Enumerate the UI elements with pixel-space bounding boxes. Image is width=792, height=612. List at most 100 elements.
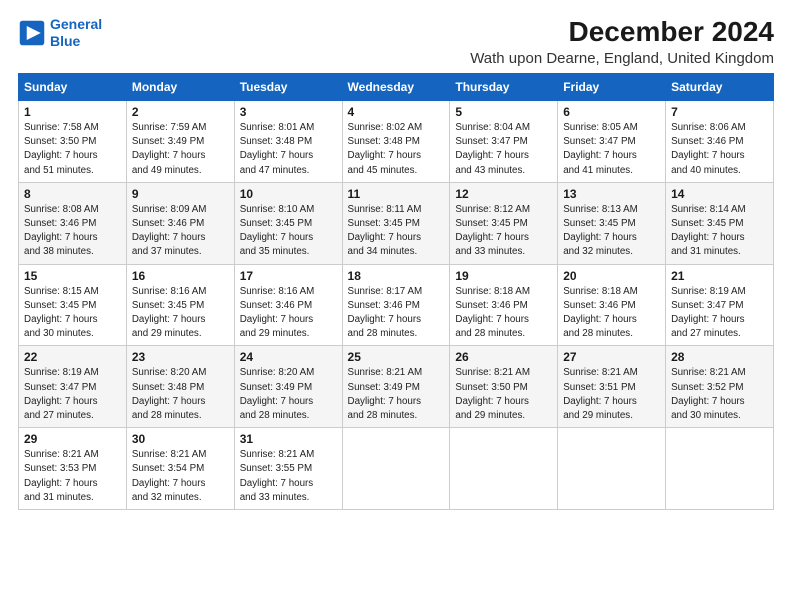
page: General Blue December 2024 Wath upon Dea… xyxy=(0,0,792,612)
calendar-week-row: 15Sunrise: 8:15 AM Sunset: 3:45 PM Dayli… xyxy=(19,264,774,346)
day-info: Sunrise: 8:16 AM Sunset: 3:46 PM Dayligh… xyxy=(240,285,337,342)
day-info: Sunrise: 8:20 AM Sunset: 3:48 PM Dayligh… xyxy=(132,366,229,423)
day-number: 18 xyxy=(348,269,445,283)
logo-text: General Blue xyxy=(50,16,102,50)
calendar-header-cell: Tuesday xyxy=(234,74,342,101)
day-info: Sunrise: 8:02 AM Sunset: 3:48 PM Dayligh… xyxy=(348,121,445,178)
day-number: 23 xyxy=(132,350,229,364)
calendar-header-cell: Thursday xyxy=(450,74,558,101)
calendar-header-cell: Saturday xyxy=(666,74,774,101)
logo-line1: General xyxy=(50,16,102,32)
day-info: Sunrise: 8:20 AM Sunset: 3:49 PM Dayligh… xyxy=(240,366,337,423)
day-info: Sunrise: 8:21 AM Sunset: 3:51 PM Dayligh… xyxy=(563,366,660,423)
day-number: 26 xyxy=(455,350,552,364)
day-info: Sunrise: 8:21 AM Sunset: 3:50 PM Dayligh… xyxy=(455,366,552,423)
day-info: Sunrise: 8:13 AM Sunset: 3:45 PM Dayligh… xyxy=(563,203,660,260)
calendar-cell: 3 Sunrise: 8:01 AM Sunset: 3:48 PM Daylig… xyxy=(234,101,342,183)
day-number: 9 xyxy=(132,187,229,201)
day-info: Sunrise: 8:09 AM Sunset: 3:46 PM Dayligh… xyxy=(132,203,229,260)
calendar-header-cell: Monday xyxy=(126,74,234,101)
day-info: Sunrise: 8:15 AM Sunset: 3:45 PM Dayligh… xyxy=(24,285,121,342)
day-number: 20 xyxy=(563,269,660,283)
logo: General Blue xyxy=(18,16,102,50)
calendar-cell: 12 Sunrise: 8:12 AM Sunset: 3:45 PM Dayli… xyxy=(450,182,558,264)
calendar-cell: 28 Sunrise: 8:21 AM Sunset: 3:52 PM Dayli… xyxy=(666,346,774,428)
day-info: Sunrise: 8:06 AM Sunset: 3:46 PM Dayligh… xyxy=(671,121,768,178)
day-number: 10 xyxy=(240,187,337,201)
logo-line2: Blue xyxy=(50,33,80,49)
calendar-cell: 18 Sunrise: 8:17 AM Sunset: 3:46 PM Dayli… xyxy=(342,264,450,346)
day-number: 25 xyxy=(348,350,445,364)
day-number: 29 xyxy=(24,432,121,446)
calendar-cell: 6Sunrise: 8:05 AM Sunset: 3:47 PM Daylig… xyxy=(558,101,666,183)
day-number: 6 xyxy=(563,105,660,119)
day-info: Sunrise: 8:16 AM Sunset: 3:45 PM Dayligh… xyxy=(132,285,229,342)
day-number: 3 xyxy=(240,105,337,119)
calendar-cell: 14 Sunrise: 8:14 AM Sunset: 3:45 PM Dayli… xyxy=(666,182,774,264)
day-number: 2 xyxy=(132,105,229,119)
calendar-cell: 21Sunrise: 8:19 AM Sunset: 3:47 PM Dayli… xyxy=(666,264,774,346)
day-info: Sunrise: 8:21 AM Sunset: 3:52 PM Dayligh… xyxy=(671,366,768,423)
day-number: 8 xyxy=(24,187,121,201)
day-number: 16 xyxy=(132,269,229,283)
header: General Blue December 2024 Wath upon Dea… xyxy=(18,16,774,67)
day-info: Sunrise: 8:19 AM Sunset: 3:47 PM Dayligh… xyxy=(671,285,768,342)
day-info: Sunrise: 8:04 AM Sunset: 3:47 PM Dayligh… xyxy=(455,121,552,178)
calendar-cell: 8 Sunrise: 8:08 AM Sunset: 3:46 PM Daylig… xyxy=(19,182,127,264)
day-info: Sunrise: 8:08 AM Sunset: 3:46 PM Dayligh… xyxy=(24,203,121,260)
day-info: Sunrise: 8:17 AM Sunset: 3:46 PM Dayligh… xyxy=(348,285,445,342)
calendar-cell: 2Sunrise: 7:59 AM Sunset: 3:49 PM Daylig… xyxy=(126,101,234,183)
calendar-cell: 23 Sunrise: 8:20 AM Sunset: 3:48 PM Dayli… xyxy=(126,346,234,428)
day-number: 28 xyxy=(671,350,768,364)
calendar-cell: 20 Sunrise: 8:18 AM Sunset: 3:46 PM Dayli… xyxy=(558,264,666,346)
title-block: December 2024 Wath upon Dearne, England,… xyxy=(470,16,774,67)
day-info: Sunrise: 7:58 AM Sunset: 3:50 PM Dayligh… xyxy=(24,121,121,178)
calendar-cell: 17Sunrise: 8:16 AM Sunset: 3:46 PM Dayli… xyxy=(234,264,342,346)
calendar-header-cell: Sunday xyxy=(19,74,127,101)
calendar-cell: 7Sunrise: 8:06 AM Sunset: 3:46 PM Daylig… xyxy=(666,101,774,183)
day-number: 19 xyxy=(455,269,552,283)
day-info: Sunrise: 8:14 AM Sunset: 3:45 PM Dayligh… xyxy=(671,203,768,260)
calendar-cell: 13 Sunrise: 8:13 AM Sunset: 3:45 PM Dayli… xyxy=(558,182,666,264)
calendar-cell: 29 Sunrise: 8:21 AM Sunset: 3:53 PM Dayli… xyxy=(19,428,127,510)
calendar-header-cell: Wednesday xyxy=(342,74,450,101)
day-info: Sunrise: 8:21 AM Sunset: 3:53 PM Dayligh… xyxy=(24,448,121,505)
calendar-cell: 30Sunrise: 8:21 AM Sunset: 3:54 PM Dayli… xyxy=(126,428,234,510)
main-title: December 2024 xyxy=(470,16,774,48)
calendar-cell xyxy=(558,428,666,510)
day-info: Sunrise: 8:21 AM Sunset: 3:55 PM Dayligh… xyxy=(240,448,337,505)
calendar-header-row: SundayMondayTuesdayWednesdayThursdayFrid… xyxy=(19,74,774,101)
day-info: Sunrise: 8:01 AM Sunset: 3:48 PM Dayligh… xyxy=(240,121,337,178)
day-number: 24 xyxy=(240,350,337,364)
calendar-header-cell: Friday xyxy=(558,74,666,101)
calendar-cell xyxy=(666,428,774,510)
day-number: 22 xyxy=(24,350,121,364)
calendar-week-row: 29 Sunrise: 8:21 AM Sunset: 3:53 PM Dayli… xyxy=(19,428,774,510)
calendar-cell: 31Sunrise: 8:21 AM Sunset: 3:55 PM Dayli… xyxy=(234,428,342,510)
day-info: Sunrise: 8:12 AM Sunset: 3:45 PM Dayligh… xyxy=(455,203,552,260)
day-number: 14 xyxy=(671,187,768,201)
day-info: Sunrise: 8:21 AM Sunset: 3:49 PM Dayligh… xyxy=(348,366,445,423)
day-info: Sunrise: 8:11 AM Sunset: 3:45 PM Dayligh… xyxy=(348,203,445,260)
calendar-cell: 11Sunrise: 8:11 AM Sunset: 3:45 PM Dayli… xyxy=(342,182,450,264)
logo-icon xyxy=(18,19,46,47)
calendar-cell: 9 Sunrise: 8:09 AM Sunset: 3:46 PM Daylig… xyxy=(126,182,234,264)
calendar-cell: 16 Sunrise: 8:16 AM Sunset: 3:45 PM Dayli… xyxy=(126,264,234,346)
calendar-table: SundayMondayTuesdayWednesdayThursdayFrid… xyxy=(18,73,774,510)
day-number: 12 xyxy=(455,187,552,201)
calendar-cell: 22Sunrise: 8:19 AM Sunset: 3:47 PM Dayli… xyxy=(19,346,127,428)
calendar-cell: 27 Sunrise: 8:21 AM Sunset: 3:51 PM Dayli… xyxy=(558,346,666,428)
calendar-cell: 25 Sunrise: 8:21 AM Sunset: 3:49 PM Dayli… xyxy=(342,346,450,428)
calendar-body: 1 Sunrise: 7:58 AM Sunset: 3:50 PM Daylig… xyxy=(19,101,774,510)
calendar-week-row: 1 Sunrise: 7:58 AM Sunset: 3:50 PM Daylig… xyxy=(19,101,774,183)
day-number: 5 xyxy=(455,105,552,119)
subtitle: Wath upon Dearne, England, United Kingdo… xyxy=(470,50,774,67)
day-info: Sunrise: 8:18 AM Sunset: 3:46 PM Dayligh… xyxy=(563,285,660,342)
day-number: 1 xyxy=(24,105,121,119)
day-number: 4 xyxy=(348,105,445,119)
day-number: 13 xyxy=(563,187,660,201)
day-number: 30 xyxy=(132,432,229,446)
calendar-cell: 5 Sunrise: 8:04 AM Sunset: 3:47 PM Daylig… xyxy=(450,101,558,183)
day-number: 27 xyxy=(563,350,660,364)
calendar-cell: 1 Sunrise: 7:58 AM Sunset: 3:50 PM Daylig… xyxy=(19,101,127,183)
